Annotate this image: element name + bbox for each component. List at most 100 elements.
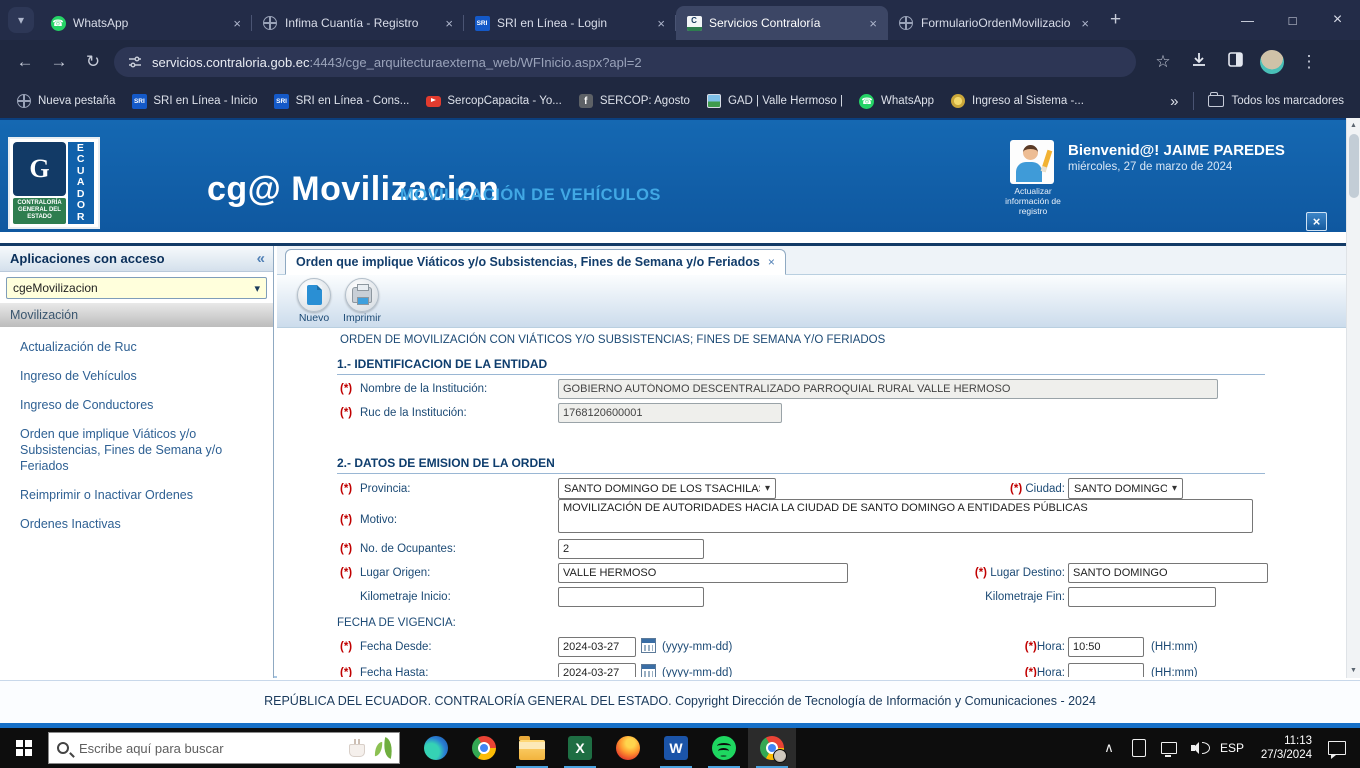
bookmark-whatsapp[interactable]: ☎ WhatsApp — [859, 93, 934, 109]
browser-menu-icon[interactable]: ⋮ — [1292, 52, 1326, 72]
content-toolbar: Nuevo Imprimir — [277, 275, 1346, 328]
update-registry-link[interactable]: Actualizar información de registro — [998, 186, 1068, 216]
taskbar-search[interactable] — [48, 732, 400, 764]
ruc-institucion-input[interactable] — [558, 403, 782, 423]
calendar-icon[interactable] — [641, 638, 656, 653]
tab-close-icon[interactable]: × — [1078, 16, 1092, 31]
start-button[interactable] — [0, 728, 48, 768]
bookmarks-overflow-icon[interactable]: » — [1170, 93, 1178, 110]
browser-tab-sri-login[interactable]: SRI SRI en Línea - Login × — [464, 6, 676, 40]
calendar-icon[interactable] — [641, 664, 656, 677]
application-select[interactable]: cgeMovilizacion ▾ — [6, 277, 267, 299]
tab-close-icon[interactable]: × — [442, 16, 456, 31]
taskbar-spotify[interactable] — [700, 728, 748, 768]
main-region: Aplicaciones con acceso « cgeMovilizacio… — [0, 243, 1346, 678]
browser-tab-formulario-orden[interactable]: FormularioOrdenMovilizacio × — [888, 6, 1100, 40]
notification-center-icon[interactable] — [1328, 741, 1346, 759]
nombre-institucion-input[interactable] — [558, 379, 1218, 399]
content-tab-close-icon[interactable]: × — [768, 255, 775, 269]
sidebar-item-ingreso-conductores[interactable]: Ingreso de Conductores — [20, 397, 263, 413]
sidebar-item-actualizacion-ruc[interactable]: Actualización de Ruc — [20, 339, 263, 355]
hora-desde-input[interactable] — [1068, 637, 1144, 657]
all-bookmarks-label[interactable]: Todos los marcadores — [1232, 95, 1345, 107]
bookmark-sri-inicio[interactable]: SRI SRI en Línea - Inicio — [131, 93, 258, 109]
taskbar-chrome[interactable] — [460, 728, 508, 768]
volume-icon[interactable] — [1184, 742, 1214, 754]
taskbar-firefox[interactable] — [604, 728, 652, 768]
bookmark-nueva-pestana[interactable]: Nueva pestaña — [16, 93, 115, 109]
content-tab-orden[interactable]: Orden que implique Viáticos y/o Subsiste… — [285, 249, 786, 275]
fecha-hasta-input[interactable] — [558, 663, 636, 677]
bookmarks-bar: Nueva pestaña SRI SRI en Línea - Inicio S… — [0, 84, 1360, 118]
tab-search-button[interactable]: ▾ — [8, 7, 34, 33]
bookmark-star-icon[interactable]: ☆ — [1146, 52, 1180, 72]
lugar-destino-input[interactable] — [1068, 563, 1268, 583]
scroll-up-icon[interactable]: ▲ — [1347, 118, 1360, 133]
taskbar-excel[interactable]: X — [556, 728, 604, 768]
site-footer: REPÚBLICA DEL ECUADOR. CONTRALORÍA GENER… — [0, 680, 1360, 723]
hora-hasta-input[interactable] — [1068, 663, 1144, 677]
ocupantes-label: No. de Ocupantes: — [360, 543, 456, 555]
new-button-label: Nuevo — [298, 312, 330, 324]
bookmark-sri-consultas[interactable]: SRI SRI en Línea - Cons... — [274, 93, 409, 109]
taskbar-edge[interactable] — [412, 728, 460, 768]
forward-button[interactable]: → — [42, 52, 76, 72]
reload-button[interactable]: ↻ — [76, 52, 110, 72]
motivo-textarea[interactable]: MOVILIZACIÓN DE AUTORIDADES HACIA LA CIU… — [558, 499, 1253, 533]
network-icon[interactable] — [1154, 742, 1184, 757]
window-close-button[interactable]: × — [1315, 0, 1360, 40]
scrollbar-thumb[interactable] — [1349, 134, 1359, 198]
site-info-icon[interactable] — [128, 55, 142, 69]
taskbar-chrome-active[interactable] — [748, 728, 796, 768]
ocupantes-input[interactable] — [558, 539, 704, 559]
browser-tab-servicios-contraloria[interactable]: C Servicios Contraloría × — [676, 6, 888, 40]
tab-close-icon[interactable]: × — [654, 16, 668, 31]
bookmark-gad-valle-hermoso[interactable]: GAD | Valle Hermoso | — [706, 93, 843, 109]
window-minimize-button[interactable]: — — [1225, 0, 1270, 40]
sidebar-item-ingreso-vehiculos[interactable]: Ingreso de Vehículos — [20, 368, 263, 384]
taskbar-file-explorer[interactable] — [508, 728, 556, 768]
vigencia-label: FECHA DE VIGENCIA: — [337, 617, 456, 629]
language-indicator[interactable]: ESP — [1214, 741, 1250, 755]
taskbar-word[interactable]: W — [652, 728, 700, 768]
profile-avatar[interactable] — [1260, 50, 1284, 74]
ciudad-value: SANTO DOMINGO — [1074, 482, 1167, 495]
ecuador-emblem-icon — [950, 93, 966, 109]
ciudad-select[interactable]: SANTO DOMINGO ▾ — [1068, 478, 1183, 499]
bookmark-sercop-agosto[interactable]: f SERCOP: Agosto — [578, 93, 690, 109]
app-close-button[interactable]: × — [1306, 212, 1327, 231]
user-avatar[interactable] — [1010, 140, 1054, 184]
km-inicio-input[interactable] — [558, 587, 704, 607]
fecha-desde-input[interactable] — [558, 637, 636, 657]
bookmark-sercopcapacita[interactable]: SercopCapacita - Yo... — [425, 93, 562, 109]
window-maximize-button[interactable]: □ — [1270, 0, 1315, 40]
bookmark-ingreso-sistema[interactable]: Ingreso al Sistema -... — [950, 93, 1084, 109]
back-button[interactable]: ← — [8, 52, 42, 72]
sidebar-item-reimprimir-inactivar[interactable]: Reimprimir o Inactivar Ordenes — [20, 487, 263, 503]
scroll-down-icon[interactable]: ▼ — [1347, 663, 1360, 678]
sidebar-collapse-icon[interactable]: « — [257, 250, 265, 267]
side-panel-icon[interactable] — [1218, 52, 1252, 72]
browser-tab-infima-cuantia[interactable]: Infima Cuantía - Registro × — [252, 6, 464, 40]
print-button[interactable]: Imprimir — [339, 278, 385, 324]
lugar-origen-input[interactable] — [558, 563, 848, 583]
globe-icon — [262, 15, 278, 31]
browser-tab-whatsapp[interactable]: ☎ WhatsApp × — [40, 6, 252, 40]
sri-icon: SRI — [274, 93, 290, 109]
new-button[interactable]: Nuevo — [291, 278, 337, 324]
page-scrollbar[interactable]: ▲ ▼ — [1346, 118, 1360, 678]
address-bar[interactable]: servicios.contraloria.gob.ec:4443/cge_ar… — [114, 47, 1136, 77]
sidebar-item-orden-viaticos[interactable]: Orden que implique Viáticos y/o Subsiste… — [20, 426, 263, 474]
download-icon[interactable] — [1180, 52, 1218, 73]
provincia-select[interactable]: SANTO DOMINGO DE LOS TSACHILAS ▾ — [558, 478, 776, 499]
tab-close-icon[interactable]: × — [230, 16, 244, 31]
device-icon[interactable] — [1124, 739, 1154, 757]
sidebar-item-ordenes-inactivas[interactable]: Ordenes Inactivas — [20, 516, 263, 532]
taskbar-clock[interactable]: 11:13 27/3/2024 — [1250, 734, 1312, 762]
tab-close-icon[interactable]: × — [866, 16, 880, 31]
lugar-origen-label: Lugar Origen: — [360, 567, 431, 579]
url-host: servicios.contraloria.gob.ec — [152, 54, 310, 70]
new-tab-button[interactable]: + — [1110, 9, 1121, 31]
km-fin-input[interactable] — [1068, 587, 1216, 607]
tray-chevron-icon[interactable]: ∧ — [1094, 740, 1124, 756]
